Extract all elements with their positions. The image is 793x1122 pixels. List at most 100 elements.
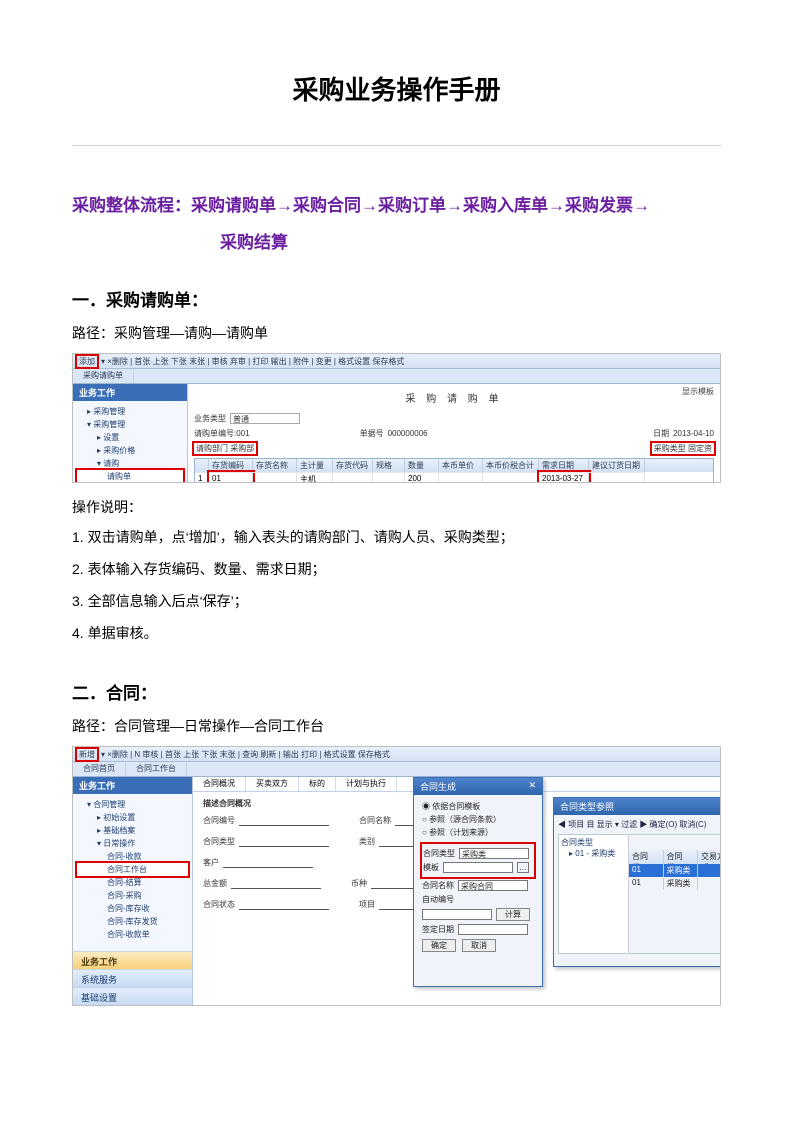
- side-btn-work[interactable]: 业务工作: [73, 951, 192, 969]
- label: 模板: [423, 862, 439, 873]
- col: 交易方式: [698, 850, 721, 864]
- label: 自动编号: [422, 894, 454, 905]
- field-biztype: 业务类型 普通: [194, 413, 300, 424]
- side-panel: 业务工作 ▸ 采购管理 ▾ 采购管理 ▸ 设置 ▸ 采购价格 ▾ 请购 请购单: [73, 384, 188, 482]
- input[interactable]: [231, 879, 321, 889]
- tree-node[interactable]: ▸ 设置: [77, 431, 183, 444]
- modal-contract-gen: 合同生成 ✕ ◉ 依据合同模板 ○ 参照（源合同条款） ○ 参照（计划来源） 合…: [413, 777, 543, 987]
- tab[interactable]: 合同概况: [193, 777, 246, 791]
- field-dept-highlight[interactable]: 请购部门 采购部: [194, 443, 256, 454]
- field-ptype-highlight[interactable]: 采购类型 固定资: [652, 443, 714, 454]
- ref-toolbar[interactable]: ◀ 项目 目 显示 ▾ 过滤 ▶ 确定(O) 取消(C): [558, 819, 721, 830]
- ref-tree[interactable]: 合同类型 ▸ 01 - 采购类: [559, 835, 629, 953]
- tree-node-requisition[interactable]: 请购单: [77, 470, 183, 483]
- cell: [698, 877, 721, 890]
- input[interactable]: [239, 837, 329, 847]
- label: 客户: [203, 857, 219, 868]
- cell-stockcode[interactable]: 01: [209, 472, 253, 483]
- tree-node[interactable]: ▾ 请购: [77, 457, 183, 470]
- tree-node[interactable]: ▾ 采购管理: [77, 418, 183, 431]
- date-input[interactable]: [458, 924, 528, 935]
- cell-reqdate[interactable]: 2013-03-27: [539, 472, 589, 483]
- cell: 01: [629, 864, 664, 877]
- tree-node[interactable]: ▸ 01 - 采购类: [561, 848, 626, 859]
- type-input[interactable]: 采购类: [459, 848, 529, 859]
- tab-workbench[interactable]: 合同工作台: [126, 762, 187, 776]
- tree-node[interactable]: ▸ 基础档案: [77, 824, 188, 837]
- radio-template[interactable]: ◉ 依据合同模板: [422, 801, 534, 812]
- biztype-input[interactable]: 普通: [230, 413, 300, 424]
- tree-node-workbench[interactable]: 合同工作台: [77, 863, 188, 876]
- label: 合同编号: [203, 815, 235, 826]
- close-icon[interactable]: ✕: [528, 780, 536, 793]
- step: 2. 表体输入存货编码、数量、需求日期；: [72, 559, 721, 579]
- tree-root[interactable]: 合同类型: [561, 837, 626, 848]
- tab[interactable]: 标的: [299, 777, 336, 791]
- label: 项目: [359, 899, 375, 910]
- tree-node[interactable]: ▸ 初始设置: [77, 811, 188, 824]
- tab-requisition[interactable]: 采购请购单: [73, 369, 134, 383]
- radio-source[interactable]: ○ 参照（源合同条款）: [422, 814, 534, 825]
- step: 1. 双击请购单，点‘增加’，输入表头的请购部门、请购人员、采购类型；: [72, 527, 721, 547]
- input[interactable]: [239, 816, 329, 826]
- toolbar: 添加 ▾ ×删除 | 首张 上张 下张 末张 | 审核 弃审 | 打印 输出 |…: [73, 354, 720, 369]
- toolbar-new-button[interactable]: 新增: [77, 749, 97, 760]
- cell: [333, 472, 373, 483]
- number-input[interactable]: [422, 909, 492, 920]
- title-separator: [72, 145, 721, 146]
- toolbar-rest[interactable]: ▾ ×删除 | N 审核 | 首张 上张 下张 末张 | 查询 刷新 | 输出 …: [101, 749, 390, 760]
- ref-row[interactable]: 01 采购类 采购: [629, 864, 721, 877]
- ref-tools: 全部 查询: [629, 835, 721, 850]
- detail-grid[interactable]: 存货编码 存货名称 主计量 存货代码 规格 数量 本币单价 本币价税合计 需求日…: [194, 458, 714, 483]
- doc-tabs: 采购请购单: [73, 369, 720, 384]
- ok-button[interactable]: 确定: [422, 939, 456, 952]
- tree-node[interactable]: 合同-结算: [77, 876, 188, 889]
- grid-row[interactable]: 1 01 主机 200 2013-03-27: [195, 472, 713, 483]
- cell: 主机: [297, 472, 333, 483]
- modal-title: 合同生成 ✕: [414, 778, 542, 795]
- tree-node[interactable]: 合同-收款单: [77, 928, 188, 941]
- tree-node[interactable]: ▸ 采购价格: [77, 444, 183, 457]
- tree-node[interactable]: 合同-收款: [77, 850, 188, 863]
- col: 数量: [405, 459, 439, 472]
- label: 请购单编号:001: [194, 428, 250, 439]
- section2-heading: 二．合同：: [72, 679, 721, 704]
- tree-node[interactable]: 合同-库存收: [77, 902, 188, 915]
- nav-tree[interactable]: ▸ 采购管理 ▾ 采购管理 ▸ 设置 ▸ 采购价格 ▾ 请购 请购单: [73, 401, 187, 483]
- side-btn-sys[interactable]: 系统服务: [73, 969, 192, 987]
- tab-home[interactable]: 合同首页: [73, 762, 126, 776]
- section1-path: 路径：采购管理—请购—请购单: [72, 323, 721, 343]
- input[interactable]: [223, 858, 313, 868]
- tree-node[interactable]: 合同-采购: [77, 889, 188, 902]
- toolbar-rest[interactable]: ▾ ×删除 | 首张 上张 下张 末张 | 审核 弃审 | 打印 输出 | 附件…: [101, 356, 404, 367]
- col: 建议订货日期: [589, 459, 645, 472]
- tree-node[interactable]: ▸ 采购管理: [77, 405, 183, 418]
- title-text: 合同类型参照: [560, 800, 614, 813]
- tab[interactable]: 计划与执行: [336, 777, 397, 791]
- label: 合同类型: [423, 848, 455, 859]
- template-input[interactable]: [443, 862, 513, 873]
- side-btn-base[interactable]: 基础设置: [73, 987, 192, 1005]
- name-input[interactable]: 采购合同: [458, 880, 528, 891]
- label: 总金额: [203, 878, 227, 889]
- screenshot-requisition: 添加 ▾ ×删除 | 首张 上张 下张 末张 | 审核 弃审 | 打印 输出 |…: [72, 353, 721, 483]
- nav-tree[interactable]: ▾ 合同管理 ▸ 初始设置 ▸ 基础档案 ▾ 日常操作 合同-收款 合同工作台 …: [73, 794, 192, 951]
- section1-heading: 一．采购请购单：: [72, 286, 721, 311]
- toolbar-add-button[interactable]: 添加: [77, 356, 97, 367]
- screenshot-contract: 新增 ▾ ×删除 | N 审核 | 首张 上张 下张 末张 | 查询 刷新 | …: [72, 746, 721, 1006]
- lookup-button[interactable]: …: [517, 862, 529, 873]
- tree-node[interactable]: ▾ 合同管理: [77, 798, 188, 811]
- ref-row[interactable]: 01 采购类 收: [629, 877, 721, 890]
- cancel-button[interactable]: 取消: [462, 939, 496, 952]
- label: 单据号: [360, 428, 384, 439]
- input[interactable]: [239, 900, 329, 910]
- label: 合同名称: [359, 815, 391, 826]
- tree-node[interactable]: 合同-库存发货: [77, 915, 188, 928]
- tree-node[interactable]: ▾ 日常操作: [77, 837, 188, 850]
- tab[interactable]: 买卖双方: [246, 777, 299, 791]
- label: 币种: [351, 878, 367, 889]
- radio-plan[interactable]: ○ 参照（计划来源）: [422, 827, 534, 838]
- label: 签定日期: [422, 924, 454, 935]
- label: 合同名称: [422, 880, 454, 891]
- autonum-btn[interactable]: 计算: [496, 908, 530, 921]
